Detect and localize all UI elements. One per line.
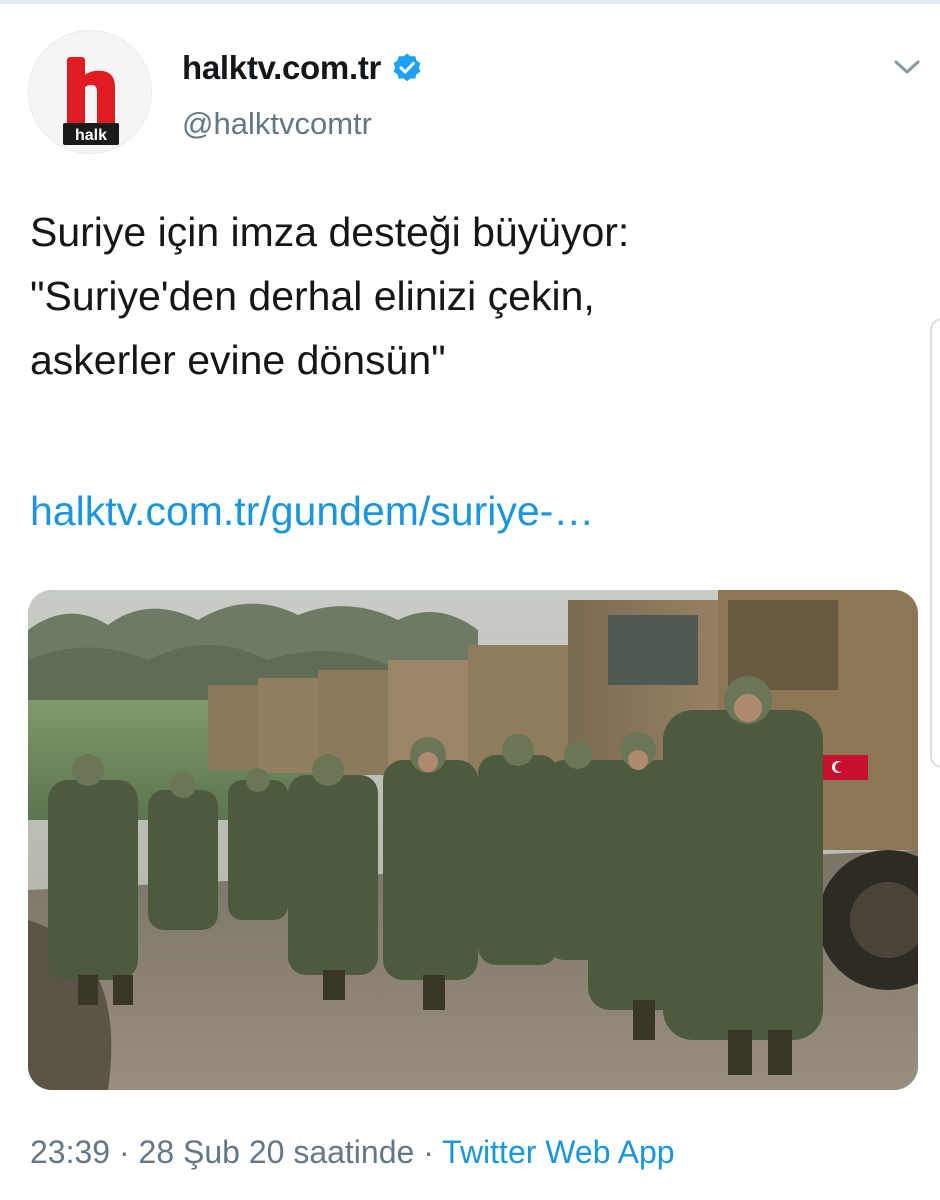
verified-badge-icon <box>393 53 421 82</box>
tweet-meta: 23:39 · 28 Şub 20 saatinde · Twitter Web… <box>30 1130 675 1174</box>
chevron-down-icon[interactable] <box>890 54 924 80</box>
meta-separator: · <box>118 1134 130 1170</box>
tweet-text-line: Suriye için imza desteği büyüyor: <box>30 209 630 255</box>
tweet-date[interactable]: 28 Şub 20 saatinde <box>139 1134 415 1170</box>
tweet-link[interactable]: halktv.com.tr/gundem/suriye-… <box>30 486 594 536</box>
side-scroll-handle[interactable] <box>930 318 940 768</box>
display-name[interactable]: halktv.com.tr <box>182 49 381 87</box>
tweet-media-image[interactable] <box>28 590 918 1090</box>
tweet-text: Suriye için imza desteği büyüyor: "Suriy… <box>30 200 910 392</box>
avatar[interactable]: halk <box>28 30 152 154</box>
top-divider <box>0 0 940 4</box>
source-app-link[interactable]: Twitter Web App <box>442 1134 674 1170</box>
tweet-text-line: "Suriye'den derhal elinizi çekin, <box>30 273 595 319</box>
soldiers-convoy-photo <box>28 590 918 1090</box>
tweet-text-line: askerler evine dönsün" <box>30 337 446 383</box>
avatar-label: halk <box>75 127 107 144</box>
user-handle[interactable]: @halktvcomtr <box>182 106 372 142</box>
author-name-row[interactable]: halktv.com.tr <box>182 48 423 88</box>
tweet-time[interactable]: 23:39 <box>30 1134 110 1170</box>
halk-logo: halk <box>29 31 151 153</box>
meta-separator: · <box>423 1134 434 1170</box>
